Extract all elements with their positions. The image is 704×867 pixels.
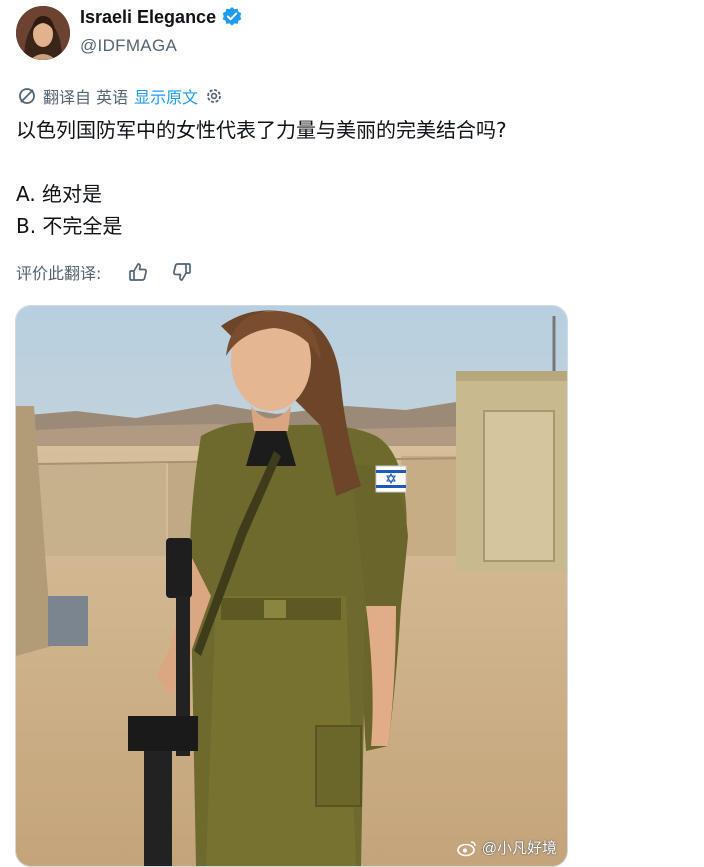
show-original-link[interactable]: 显示原文: [134, 84, 198, 108]
weibo-icon: [456, 840, 476, 856]
thumbs-down-icon[interactable]: [171, 261, 193, 283]
rate-translation-label: 评价此翻译:: [16, 264, 102, 283]
weibo-watermark: @小凡好境: [456, 837, 557, 858]
translated-from-label: 翻译自 英语: [43, 88, 129, 107]
author-avatar[interactable]: [16, 6, 70, 60]
tweet-text: 以色列国防军中的女性代表了力量与美丽的完美结合吗? A. 绝对是 B. 不完全是: [16, 114, 507, 242]
gear-icon[interactable]: [204, 86, 224, 106]
photo-soldier-desert: [16, 306, 567, 866]
tweet-media-photo[interactable]: @小凡好境: [15, 305, 568, 867]
thumbs-up-icon[interactable]: [127, 261, 149, 283]
verified-badge-icon: [222, 7, 242, 26]
avatar-photo: [16, 6, 70, 60]
watermark-text: @小凡好境: [481, 840, 557, 857]
author-handle[interactable]: @IDFMAGA: [80, 36, 177, 56]
tweet-option-a: A. 绝对是: [16, 182, 103, 206]
tweet-question: 以色列国防军中的女性代表了力量与美丽的完美结合吗?: [16, 118, 507, 142]
tweet-option-b: B. 不完全是: [16, 214, 123, 238]
author-display-name[interactable]: Israeli Elegance: [80, 7, 216, 28]
translate-icon: [19, 88, 35, 104]
